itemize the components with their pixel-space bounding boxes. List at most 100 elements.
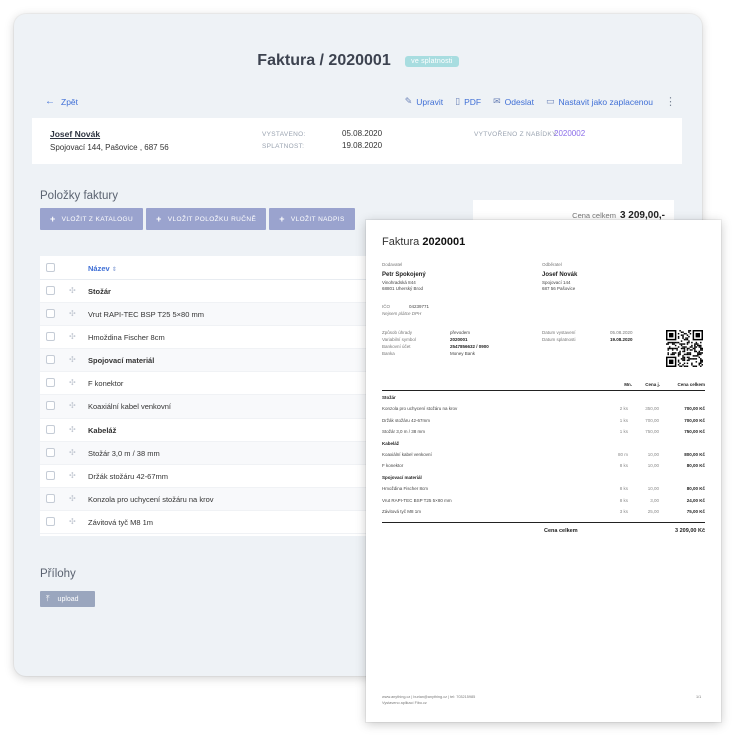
drag-handle-icon[interactable]: ✣ [69,355,76,364]
pdf-title-number: 2020001 [422,236,466,248]
item-name: Koaxiální kabel venkovní [88,402,171,412]
row-checkbox[interactable] [46,355,55,365]
pdf-line-qty: 8 ks [619,486,628,492]
row-checkbox[interactable] [46,378,55,388]
edit-button[interactable]: ✎ Upravit [405,96,443,107]
pdf-line-name: Hmoždina Fischer 8cm [382,486,429,492]
row-checkbox[interactable] [46,332,55,342]
drag-handle-icon[interactable]: ✣ [69,425,76,434]
drag-handle-icon[interactable]: ✣ [69,378,76,387]
table-row[interactable]: ✣ Koaxiální kabel venkovní [40,395,392,419]
row-checkbox[interactable] [46,424,55,434]
insert-manual-item-label: VLOŽIT POLOŽKU RUČNĚ [167,215,257,223]
drag-handle-icon[interactable]: ✣ [69,286,76,295]
select-all-checkbox[interactable] [46,263,55,272]
table-row[interactable]: ✣ Stožár [40,280,392,304]
var-symbol-value: 2020001 [450,337,468,342]
due-date-value: 19.08.2020 [610,337,633,342]
arrow-left-icon: ← [45,96,55,107]
pdf-line-row: Závitová tyč M8 1m 3 ks 25,00 75,00 Kč [382,509,705,517]
drag-handle-icon[interactable]: ✣ [69,309,76,318]
pdf-line-unit: 10,00 [647,463,659,469]
insert-heading-button[interactable]: + VLOŽIT NADPIS [269,208,355,230]
row-checkbox[interactable] [46,447,55,457]
customer-name-link[interactable]: Josef Novák [50,129,100,139]
money-icon: ▭ [545,96,555,106]
col-total-header: Cena celkem [677,382,705,387]
table-row[interactable]: ✣ Závitová tyč M8 1m [40,511,392,535]
row-checkbox[interactable] [46,493,55,503]
insert-manual-item-button[interactable]: + VLOŽIT POLOŽKU RUČNĚ [146,208,267,230]
title-row: Faktura / 2020001 ve splatnosti [27,52,689,70]
items-table-body: ✣ Stožár ✣ Vrut RAPI-TEC BSP T25 5×80 mm ✣ Hm… [40,280,392,535]
pdf-customer-address-2: 687 56 Pašovice [542,286,576,291]
column-name-sort[interactable]: Název ⇕ [88,264,117,273]
items-table-header: Název ⇕ [40,256,392,280]
pdf-line-total: 750,00 Kč [684,429,705,435]
pdf-header-divider [382,390,705,391]
column-name-label: Název [88,264,110,273]
issued-value: 05.08.2020 [342,129,383,138]
pdf-line-unit: 10,00 [647,452,659,457]
table-row[interactable]: ✣ Vrut RAPI-TEC BSP T25 5×80 mm [40,303,392,327]
mark-paid-button[interactable]: ▭ Nastavit jako zaplacenou [546,96,653,107]
table-row[interactable]: ✣ Spojovací materiál [40,349,392,373]
drag-handle-icon[interactable]: ✣ [69,517,76,526]
issue-date-value: 05.08.2020 [610,330,633,335]
row-checkbox[interactable] [46,516,55,526]
pdf-line-unit: 3,00 [650,497,659,503]
table-row[interactable]: ✣ Konzola pro uchycení stožáru na krov [40,487,392,511]
from-offer-link[interactable]: 2020002 [554,129,585,138]
var-symbol-label: Variabilní symbol [382,337,416,342]
customer-address: Spojovací 144, Pašovice , 687 56 [50,143,169,152]
pdf-total-divider [382,522,705,523]
insert-from-catalog-button[interactable]: + VLOŽIT Z KATALOGU [40,208,144,230]
upload-button[interactable]: ⤒ upload [40,591,95,607]
row-checkbox[interactable] [46,470,55,480]
pdf-total-label: Cena celkem [544,528,578,534]
supplier-label: Dodavatel [382,262,403,267]
row-checkbox[interactable] [46,286,55,295]
pdf-table-header: Mn. Cena j. Cena celkem [382,382,705,390]
attachments-title: Přílohy [40,568,76,580]
drag-handle-icon[interactable]: ✣ [69,332,76,341]
row-checkbox[interactable] [46,401,55,411]
page-title: Faktura / 2020001 [257,52,391,69]
item-name: Hmoždina Fischer 8cm [88,333,165,343]
pdf-title-prefix: Faktura [382,236,420,248]
col-unit-header: Cena j. [645,382,660,387]
pdf-line-total: 24,00 Kč [686,497,705,503]
table-row[interactable]: ✣ Držák stožáru 42-67mm [40,465,392,488]
col-qty-header: Mn. [624,382,632,387]
pdf-line-unit: 700,00 [645,417,659,423]
more-menu-icon[interactable]: ⋮ [665,96,676,107]
table-row[interactable]: ✣ Hmoždina Fischer 8cm [40,326,392,350]
pdf-line-name: Koaxiální kabel venkovní [382,452,432,457]
pdf-line-total: 80,00 Kč [686,463,705,469]
item-name: Stožár 3,0 m / 38 mm [88,448,160,458]
pdf-line-qty: 3 ks [619,509,628,514]
back-link[interactable]: ← Zpět [45,96,78,107]
pdf-button[interactable]: ▯ PDF [455,96,481,107]
pdf-total-row: Cena celkem 3 209,00 Kč [382,528,705,536]
drag-handle-icon[interactable]: ✣ [69,448,76,457]
row-checkbox[interactable] [46,309,55,319]
table-row[interactable]: ✣ F konektor [40,372,392,396]
pdf-line-name: Stožár 3,0 m / 38 mm [382,429,426,435]
pdf-customer-address-1: Spojovací 144 [542,280,571,285]
drag-handle-icon[interactable]: ✣ [69,494,76,503]
insert-from-catalog-label: VLOŽIT Z KATALOGU [61,215,134,223]
pdf-line-name: Vrut RAPI-TEC BSP T25 5×80 mm [382,497,452,503]
plus-icon: + [156,214,162,224]
send-button[interactable]: ✉ Odeslat [493,96,534,107]
envelope-icon: ✉ [493,96,501,106]
account-value: 2547856632 / 0900 [450,344,489,349]
drag-handle-icon[interactable]: ✣ [69,401,76,410]
supplier-name: Petr Spokojený [382,272,426,278]
table-row[interactable]: ✣ Kabeláž [40,419,392,442]
item-name: Kabeláž [88,425,117,435]
account-label: Bankovní účet [382,344,411,349]
drag-handle-icon[interactable]: ✣ [69,471,76,480]
table-row[interactable]: ✣ Stožár 3,0 m / 38 mm [40,441,392,465]
pdf-line-name: Stožár [382,395,396,400]
